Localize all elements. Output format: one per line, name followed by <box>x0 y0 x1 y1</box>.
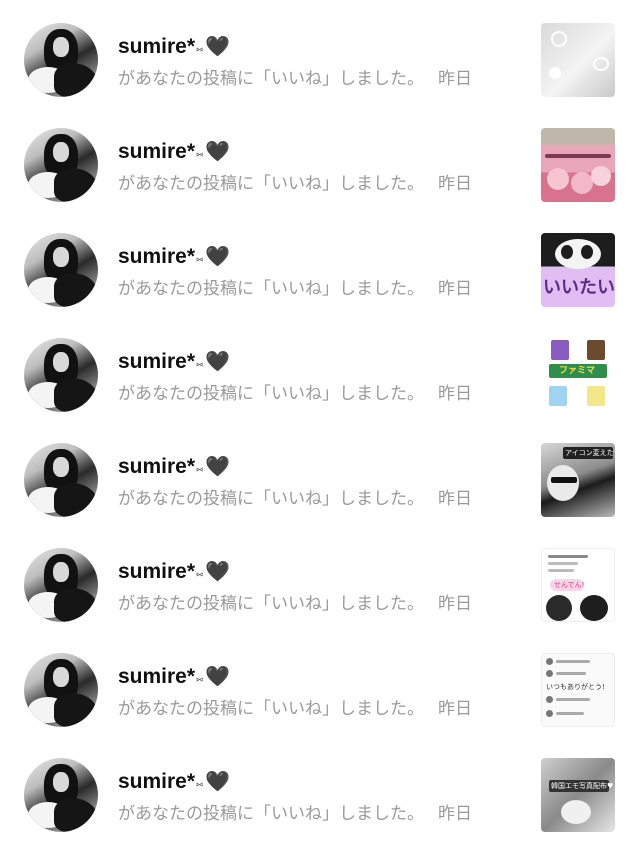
username[interactable]: sumire*⑅ 🖤 <box>118 350 230 376</box>
notification-item[interactable]: sumire*⑅ 🖤 があなたの投稿に「いいね」しました。 昨日 <box>0 105 640 210</box>
username[interactable]: sumire*⑅ 🖤 <box>118 245 230 271</box>
notification-item[interactable]: sumire*⑅ 🖤 があなたの投稿に「いいね」しました。 昨日 <box>0 0 640 105</box>
post-thumbnail[interactable] <box>541 128 615 202</box>
ribbon-icon: ⑅ <box>196 357 204 371</box>
user-avatar[interactable] <box>24 653 98 727</box>
black-heart-icon: 🖤 <box>205 246 231 268</box>
user-avatar[interactable] <box>24 758 98 832</box>
post-thumbnail[interactable]: アイコン変えた♡ <box>541 443 615 517</box>
black-heart-icon: 🖤 <box>205 666 231 688</box>
ribbon-icon: ⑅ <box>196 567 204 581</box>
black-heart-icon: 🖤 <box>205 771 231 793</box>
username[interactable]: sumire*⑅ 🖤 <box>118 665 230 691</box>
user-avatar[interactable] <box>24 128 98 202</box>
notification-message: があなたの投稿に「いいね」しました。 昨日 <box>118 384 472 404</box>
black-heart-icon: 🖤 <box>205 36 231 58</box>
notification-item[interactable]: sumire*⑅ 🖤 があなたの投稿に「いいね」しました。 昨日 せんでん! <box>0 525 640 630</box>
timestamp: 昨日 <box>438 384 472 404</box>
notification-message: があなたの投稿に「いいね」しました。 昨日 <box>118 594 472 614</box>
notification-item[interactable]: sumire*⑅ 🖤 があなたの投稿に「いいね」しました。 昨日 韓国エモ写真配布♥ <box>0 735 640 840</box>
ribbon-icon: ⑅ <box>196 672 204 686</box>
notification-item[interactable]: sumire*⑅ 🖤 があなたの投稿に「いいね」しました。 昨日 いいたい <box>0 210 640 315</box>
username[interactable]: sumire*⑅ 🖤 <box>118 455 230 481</box>
notification-message: があなたの投稿に「いいね」しました。 昨日 <box>118 69 472 89</box>
post-thumbnail[interactable] <box>541 23 615 97</box>
notification-list: sumire*⑅ 🖤 があなたの投稿に「いいね」しました。 昨日 sumire*⑅ 🖤… <box>0 0 640 855</box>
post-thumbnail[interactable]: いつもありがとう! <box>541 653 615 727</box>
notification-item[interactable]: sumire*⑅ 🖤 があなたの投稿に「いいね」しました。 昨日 アイコン変えた♡ <box>0 420 640 525</box>
post-thumbnail[interactable]: ファミマ <box>541 338 615 412</box>
timestamp: 昨日 <box>438 804 472 824</box>
ribbon-icon: ⑅ <box>196 147 204 161</box>
username[interactable]: sumire*⑅ 🖤 <box>118 35 230 61</box>
timestamp: 昨日 <box>438 174 472 194</box>
notification-item[interactable]: sumire*⑅ 🖤 があなたの投稿に「いいね」しました。 昨日 ファミマ <box>0 315 640 420</box>
username[interactable]: sumire*⑅ 🖤 <box>118 560 230 586</box>
timestamp: 昨日 <box>438 69 472 89</box>
ribbon-icon: ⑅ <box>196 777 204 791</box>
notification-item[interactable]: sumire*⑅ 🖤 があなたの投稿に「いいね」しました。 昨日 いつもありがとう! <box>0 630 640 735</box>
notification-message: があなたの投稿に「いいね」しました。 昨日 <box>118 804 472 824</box>
notification-message: があなたの投稿に「いいね」しました。 昨日 <box>118 279 472 299</box>
user-avatar[interactable] <box>24 23 98 97</box>
post-thumbnail[interactable]: いいたい <box>541 233 615 307</box>
user-avatar[interactable] <box>24 233 98 307</box>
username[interactable]: sumire*⑅ 🖤 <box>118 140 230 166</box>
notification-message: があなたの投稿に「いいね」しました。 昨日 <box>118 174 472 194</box>
timestamp: 昨日 <box>438 699 472 719</box>
black-heart-icon: 🖤 <box>205 456 231 478</box>
black-heart-icon: 🖤 <box>205 351 231 373</box>
black-heart-icon: 🖤 <box>205 561 231 583</box>
ribbon-icon: ⑅ <box>196 252 204 266</box>
ribbon-icon: ⑅ <box>196 42 204 56</box>
user-avatar[interactable] <box>24 443 98 517</box>
timestamp: 昨日 <box>438 279 472 299</box>
ribbon-icon: ⑅ <box>196 462 204 476</box>
notification-message: があなたの投稿に「いいね」しました。 昨日 <box>118 699 472 719</box>
username[interactable]: sumire*⑅ 🖤 <box>118 770 230 796</box>
black-heart-icon: 🖤 <box>205 141 231 163</box>
timestamp: 昨日 <box>438 594 472 614</box>
user-avatar[interactable] <box>24 338 98 412</box>
post-thumbnail[interactable]: せんでん! <box>541 548 615 622</box>
post-thumbnail[interactable]: 韓国エモ写真配布♥ <box>541 758 615 832</box>
timestamp: 昨日 <box>438 489 472 509</box>
notification-message: があなたの投稿に「いいね」しました。 昨日 <box>118 489 472 509</box>
user-avatar[interactable] <box>24 548 98 622</box>
